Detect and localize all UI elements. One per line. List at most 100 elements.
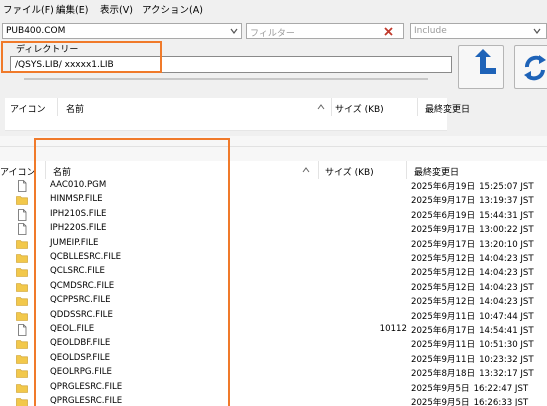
file-modified-time: 13:19:37 JST	[479, 196, 534, 207]
file-modified: 2025年9月11日 10:23:32 JST	[411, 353, 534, 365]
file-modified-time: 10:23:32 JST	[479, 354, 534, 365]
file-modified: 2025年9月5日 16:22:47 JST	[411, 382, 528, 394]
file-modified-date: 2025年5月12日	[411, 282, 476, 293]
column-size[interactable]: サイズ (KB)	[335, 102, 384, 115]
file-modified-time: 15:44:31 JST	[479, 210, 534, 221]
divider	[331, 98, 332, 116]
menu-bar: ファイル(F) 編集(E) 表示(V) アクション(A)	[0, 0, 547, 16]
file-modified-date: 2025年9月5日	[411, 383, 470, 394]
file-modified-date: 2025年6月19日	[411, 182, 476, 192]
file-size: 10112	[379, 324, 407, 334]
divider	[417, 98, 418, 116]
file-modified: 2025年6月17日 14:54:41 JST	[411, 324, 534, 336]
menu-action[interactable]: アクション(A)	[142, 2, 203, 16]
include-placeholder: Include	[414, 26, 447, 36]
divider	[406, 161, 407, 179]
file-modified-time: 14:04:23 JST	[479, 282, 534, 293]
column-icon[interactable]: アイコン	[0, 165, 36, 178]
folder-icon	[16, 266, 28, 278]
file-modified-date: 2025年5月12日	[411, 268, 476, 279]
file-modified: 2025年9月11日 10:47:44 JST	[411, 310, 534, 322]
file-modified-date: 2025年9月11日	[411, 354, 476, 365]
upper-list-area	[5, 116, 447, 131]
filter-input[interactable]: フィルター	[246, 23, 404, 39]
chevron-down-icon	[230, 28, 238, 34]
file-modified-date: 2025年8月18日	[411, 369, 476, 380]
column-modified[interactable]: 最終変更日	[414, 165, 459, 178]
folder-icon	[16, 295, 28, 307]
folder-icon	[16, 310, 28, 322]
folder-icon	[16, 252, 28, 264]
folder-icon	[16, 281, 28, 293]
file-modified-date: 2025年9月17日	[411, 225, 476, 236]
sort-ascending-icon	[302, 167, 310, 173]
highlight-box-directory	[1, 41, 162, 73]
file-modified-date: 2025年9月17日	[411, 196, 476, 207]
column-icon[interactable]: アイコン	[10, 102, 46, 115]
file-modified: 2025年8月18日 13:32:17 JST	[411, 367, 534, 379]
file-modified-time: 14:04:23 JST	[479, 297, 534, 308]
column-size[interactable]: サイズ (KB)	[325, 165, 374, 178]
document-icon	[16, 324, 28, 336]
folder-icon	[16, 338, 28, 350]
file-modified-date: 2025年9月11日	[411, 311, 476, 322]
divider	[318, 161, 319, 179]
folder-icon	[16, 238, 28, 250]
file-modified-date: 2025年5月12日	[411, 297, 476, 308]
file-modified-date: 2025年6月19日	[411, 210, 476, 221]
sort-ascending-icon	[317, 104, 325, 110]
folder-icon	[16, 194, 28, 206]
filter-placeholder: フィルター	[250, 29, 295, 39]
file-modified-time: 14:04:23 JST	[479, 268, 534, 279]
menu-edit[interactable]: 編集(E)	[56, 2, 88, 16]
file-modified-date: 2025年6月17日	[411, 326, 476, 336]
file-modified-time: 14:54:41 JST	[479, 326, 534, 336]
divider	[57, 98, 58, 116]
parent-directory-button[interactable]	[458, 45, 504, 89]
file-modified-time: 13:00:22 JST	[479, 225, 534, 236]
file-modified-date: 2025年9月17日	[411, 239, 476, 250]
document-icon	[16, 180, 28, 192]
file-modified: 2025年5月12日 14:04:23 JST	[411, 252, 534, 264]
file-modified-time: 13:20:10 JST	[479, 239, 534, 250]
file-modified: 2025年5月12日 14:04:23 JST	[411, 266, 534, 278]
folder-icon	[16, 382, 28, 394]
refresh-button[interactable]	[514, 45, 547, 89]
column-name[interactable]: 名前	[66, 102, 84, 115]
document-icon	[16, 223, 28, 236]
file-modified-date: 2025年9月5日	[411, 398, 470, 406]
folder-icon	[16, 396, 28, 406]
file-modified: 2025年9月17日 13:20:10 JST	[411, 238, 534, 250]
clear-filter-icon[interactable]	[384, 27, 393, 36]
file-modified: 2025年9月17日 13:19:37 JST	[411, 194, 534, 206]
folder-icon	[16, 367, 28, 379]
file-modified-time: 15:25:07 JST	[479, 182, 534, 192]
menu-file[interactable]: ファイル(F)	[3, 2, 54, 16]
up-arrow-icon	[475, 49, 496, 74]
file-modified: 2025年9月11日 10:51:30 JST	[411, 338, 534, 350]
folder-icon	[16, 353, 28, 365]
file-modified-time: 16:22:47 JST	[473, 383, 529, 394]
file-modified: 2025年9月17日 13:00:22 JST	[411, 223, 534, 235]
column-modified[interactable]: 最終変更日	[425, 102, 470, 115]
file-modified-time: 13:32:17 JST	[479, 369, 534, 380]
file-modified: 2025年5月12日 14:04:23 JST	[411, 295, 534, 307]
highlight-box-file-names	[34, 138, 230, 406]
include-input[interactable]: Include	[410, 23, 547, 39]
server-select[interactable]: PUB400.COM	[2, 23, 242, 39]
refresh-icon	[524, 55, 546, 81]
document-icon	[16, 208, 28, 221]
file-modified: 2025年6月19日 15:44:31 JST	[411, 209, 534, 221]
server-value: PUB400.COM	[6, 26, 66, 36]
file-modified-time: 16:26:33 JST	[473, 398, 529, 406]
file-modified: 2025年6月19日 15:25:07 JST	[411, 180, 534, 192]
progress-track	[24, 78, 428, 80]
upper-column-header: アイコン 名前 サイズ (KB) 最終変更日	[5, 98, 470, 116]
file-modified-time: 10:47:44 JST	[479, 311, 534, 322]
file-modified: 2025年9月5日 16:26:33 JST	[411, 396, 528, 406]
menu-view[interactable]: 表示(V)	[100, 2, 133, 16]
file-modified-date: 2025年9月11日	[411, 340, 476, 351]
file-modified-date: 2025年5月12日	[411, 254, 476, 264]
file-modified-time: 10:51:30 JST	[479, 340, 534, 351]
file-modified-time: 14:04:23 JST	[479, 254, 534, 264]
